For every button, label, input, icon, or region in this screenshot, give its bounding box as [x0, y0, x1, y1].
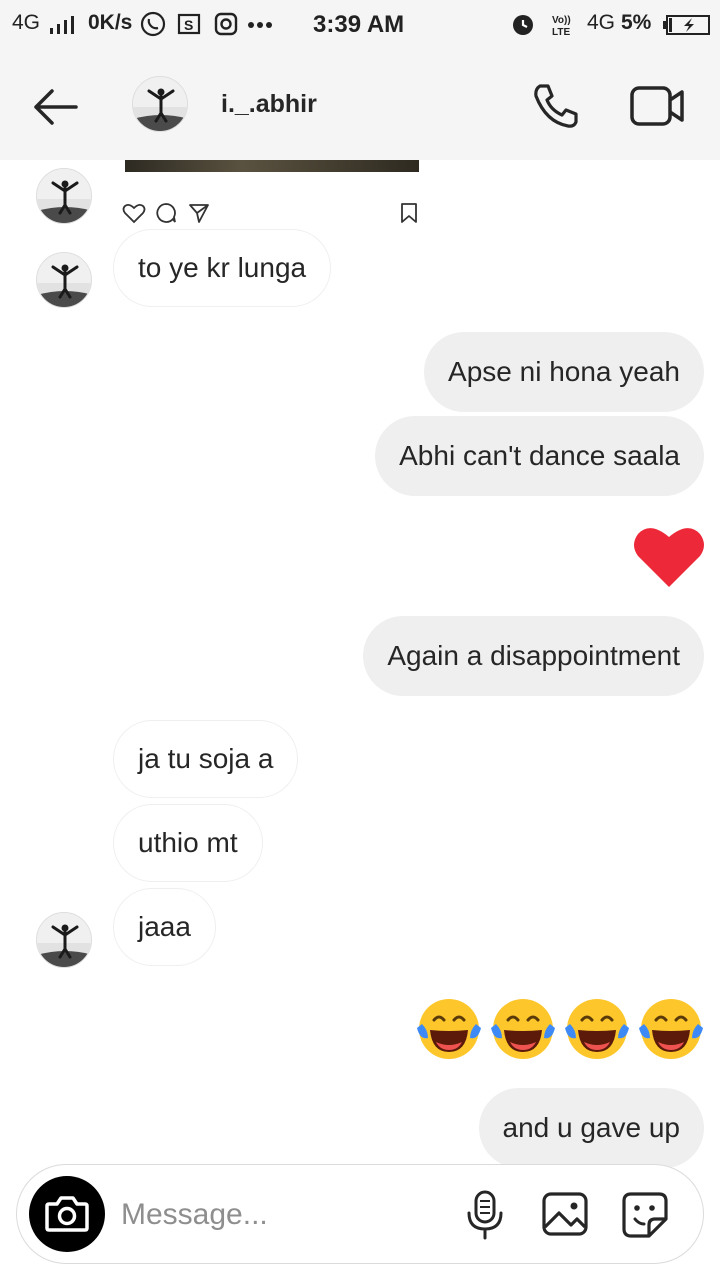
laughing-tears-emoji-icon	[417, 999, 481, 1059]
like-icon[interactable]	[122, 202, 146, 224]
gallery-icon[interactable]	[541, 1191, 589, 1237]
svg-text:LTE: LTE	[552, 27, 570, 38]
emoji-message[interactable]	[410, 996, 706, 1062]
message-bubble-outgoing[interactable]: Abhi can't dance saala	[375, 416, 704, 496]
camera-button[interactable]	[29, 1176, 105, 1252]
laughing-tears-emoji-icon	[491, 999, 555, 1059]
message-input[interactable]	[121, 1195, 451, 1235]
avatar[interactable]	[36, 252, 92, 308]
message-thread[interactable]: to ye kr lunga Apse ni hona yeah Abhi ca…	[0, 160, 720, 1168]
laughing-tears-emoji-icon	[565, 999, 629, 1059]
sticker-icon[interactable]	[621, 1191, 669, 1239]
instagram-icon	[214, 12, 238, 36]
volte-icon: Vo)) LTE	[552, 15, 571, 38]
notification-s-icon: S	[177, 13, 201, 35]
message-composer	[16, 1164, 704, 1264]
message-bubble-outgoing[interactable]: and u gave up	[478, 1088, 704, 1168]
battery-percent: 5%	[621, 11, 652, 34]
svg-text:Vo)): Vo))	[552, 15, 571, 26]
avatar[interactable]	[36, 168, 92, 224]
shared-post-footer	[120, 172, 420, 224]
microphone-icon[interactable]	[463, 1189, 507, 1241]
signal-icon	[50, 16, 74, 34]
clock: 3:39 AM	[313, 11, 405, 38]
camera-icon	[45, 1196, 89, 1232]
share-icon[interactable]	[188, 202, 210, 224]
network-indicator: 4G	[12, 11, 41, 34]
network-indicator-right: 4G	[587, 11, 616, 34]
message-bubble-incoming[interactable]: to ye kr lunga	[113, 229, 332, 307]
whatsapp-icon	[140, 11, 166, 37]
message-bubble-incoming[interactable]: ja tu soja a	[113, 720, 299, 798]
avatar[interactable]	[36, 912, 92, 968]
message-bubble-incoming[interactable]: jaaa	[113, 888, 216, 966]
avatar[interactable]	[132, 76, 188, 132]
more-icon	[248, 22, 272, 28]
chat-header: i._.abhir	[0, 52, 720, 160]
alarm-icon	[513, 15, 533, 35]
arrow-left-icon[interactable]	[28, 82, 84, 132]
bookmark-icon[interactable]	[400, 202, 418, 224]
message-bubble-incoming[interactable]: uthio mt	[113, 804, 263, 882]
battery-icon	[663, 15, 710, 35]
chat-username[interactable]: i._.abhir	[221, 90, 317, 119]
heart-icon[interactable]	[632, 523, 706, 589]
comment-icon[interactable]	[155, 202, 177, 224]
video-camera-icon[interactable]	[628, 80, 686, 132]
svg-text:S: S	[184, 17, 193, 33]
shared-post-image[interactable]	[125, 160, 419, 172]
message-bubble-outgoing[interactable]: Apse ni hona yeah	[424, 332, 704, 412]
laughing-tears-emoji-icon	[639, 999, 703, 1059]
status-bar: 4G 0K/s S 3:39 AM Vo)) LTE 4G 5%	[0, 0, 720, 52]
message-bubble-outgoing[interactable]: Again a disappointment	[363, 616, 704, 696]
data-speed: 0K/s	[88, 11, 133, 34]
phone-icon[interactable]	[530, 80, 582, 132]
